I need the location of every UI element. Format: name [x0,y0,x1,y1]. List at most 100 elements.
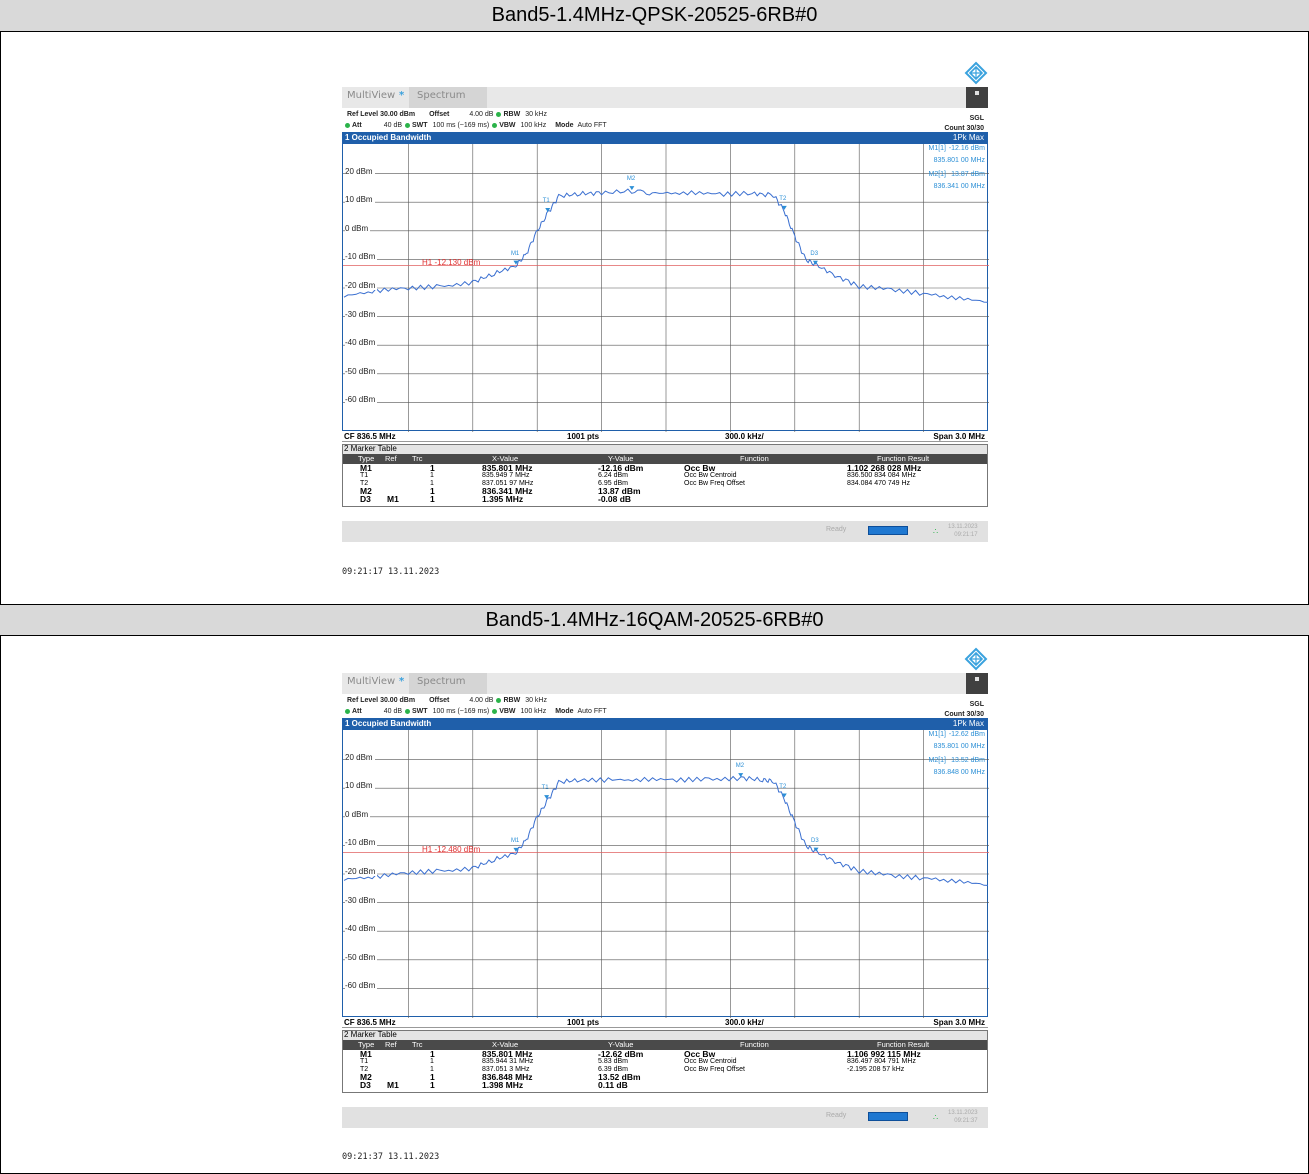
marker-label: M2 [626,176,636,183]
status-bar: Ready ∴ 13.11.2023 09:21:37 [342,1107,988,1128]
marker-table-cell: T1 [360,1058,369,1065]
frequency-per-division: 300.0 kHz/ [725,1018,764,1027]
spectrum-plot [342,143,989,432]
marker-table-row: M2 1 836.341 MHz 13.87 dBm [342,487,988,496]
marker-readout-freq: 835.801 00 MHz [933,157,985,164]
spectrum-analyzer-screenshot: MultiView * Spectrum Ref Level 30.00 dBm Off… [342,647,989,1171]
status-time: 09:21:37 [954,1118,978,1124]
y-tick-label: 20 dBm [345,752,375,762]
marker-label: M1 [510,837,520,844]
center-frequency: CF 836.5 MHz [344,1018,396,1027]
ready-status: Ready [826,1112,847,1119]
vbw-label: VBW [499,122,516,129]
status-time: 09:21:17 [954,532,978,538]
ref-level: Ref Level 30.00 dBm [347,697,416,704]
ref-level: Ref Level 30.00 dBm [347,111,416,118]
sweep-count: Count 30/30 [944,711,984,718]
marker-table-cell: D3 [360,494,371,504]
marker-table-row: D3 M1 1 1.398 MHz 0.11 dB [342,1080,988,1090]
ready-status: Ready [826,526,847,533]
marker-readout-freq: 836.341 00 MHz [933,183,985,190]
multiview-star-icon: * [399,676,405,687]
marker-table-row: M1 1 835.801 MHz -12.62 dBm Occ Bw 1.106 992 … [342,1049,988,1059]
marker-table-row: T1 1 835.949 7 MHz 6.24 dBm Occ Bw Centroid 8… [342,472,988,480]
marker-triangle-icon [629,186,635,191]
sweep-points: 1001 pts [567,1018,600,1027]
mode-value: Auto FFT [577,708,607,715]
offset-value: 4.00 dB [469,697,494,704]
tab-multiview[interactable]: MultiView [347,676,395,687]
h1-threshold-label: H1 -12.130 dBm [422,258,481,268]
y-tick-label: -40 dBm [345,338,378,348]
marker-readout-level: 13.52 dBm [951,757,985,764]
y-tick-label: -30 dBm [345,895,378,905]
param-line-1: Ref Level 30.00 dBm Offset 4.00 dB RBW 30 kH… [347,111,547,118]
marker-label: D3 [810,250,819,257]
tab-spectrum[interactable]: Spectrum [409,87,487,108]
marker-table-cell: -12.62 dBm [598,1049,644,1059]
status-clock: 13.11.2023 09:21:37 [948,1109,978,1125]
y-tick-label: 20 dBm [345,166,375,176]
marker-table-cell: 835.944 31 MHz [482,1058,534,1065]
marker-table-cell: 0.11 dB [598,1080,628,1090]
progress-indicator [868,1112,908,1121]
marker-table-cell: 836.500 834 084 MHz [847,472,916,479]
marker-label: M2 [735,763,745,770]
vbw-label: VBW [499,708,516,715]
marker-table-cell: 1.102 268 028 MHz [847,463,922,473]
swt-value: 100 ms (~169 ms) [432,708,490,715]
network-icon: ∴ [933,527,939,536]
rbw-label: RBW [503,697,521,704]
spectrum-analyzer-screenshot: MultiView * Spectrum Ref Level 30.00 dBm Off… [342,61,989,585]
trace-mode-label: 1Pk Max [952,133,984,142]
marker-table-cell: M1 [360,1049,372,1059]
marker-table-cell: M1 [387,1080,399,1090]
y-tick-label: -60 dBm [345,981,378,991]
marker-label: D3 [811,837,819,844]
panel-title-label: 1 Occupied Bandwidth [345,719,432,728]
occupied-bandwidth-title: 1 Occupied Bandwidth 1Pk Max [342,718,988,729]
rbw-value: 30 kHz [525,111,547,118]
marker-table-cell: Occ Bw [684,1049,716,1059]
rs-logo-icon [964,647,988,671]
tab-multiview[interactable]: MultiView [347,90,395,101]
network-icon: ∴ [933,1113,939,1122]
marker-label: T2 [779,195,787,202]
marker-table-cell: -12.16 dBm [598,463,644,473]
param-line-2: Att 40 dB SWT 100 ms (~169 ms) VBW 100 kHz Mod… [342,122,607,129]
marker-table-cell: 1 [430,1080,435,1090]
panel-title-label: 1 Occupied Bandwidth [345,133,432,142]
marker-readout-level: 13.87 dBm [951,171,985,178]
marker-table-cell: 836.497 804 791 MHz [847,1058,916,1065]
status-bar: Ready ∴ 13.11.2023 09:21:17 [342,521,988,542]
menu-icon[interactable] [966,673,988,694]
marker-table-cell: Occ Bw Centroid [684,1058,737,1065]
status-dot-icon [405,708,411,714]
status-dot-icon [405,122,411,128]
marker-label: M1 [510,250,520,257]
marker-triangle-icon [544,795,550,800]
x-axis-footer: CF 836.5 MHz 1001 pts 300.0 kHz/Span 3.0 M… [342,1017,988,1028]
marker-table-cell: 835.801 MHz [482,1049,533,1059]
sweep-count: Count 30/30 [944,125,984,132]
marker-label: T1 [542,197,550,204]
y-tick-label: -10 dBm [345,252,378,262]
status-date: 13.11.2023 [948,524,978,530]
capture-timestamp: 09:21:17 13.11.2023 [342,567,440,577]
marker-table-cell: M1 [387,494,399,504]
swt-label: SWT [412,708,428,715]
marker-label: T2 [779,783,787,790]
swt-label: SWT [412,122,428,129]
tab-spectrum[interactable]: Spectrum [409,673,487,694]
status-clock: 13.11.2023 09:21:17 [948,523,978,539]
progress-indicator [868,526,908,535]
menu-icon[interactable] [966,87,988,108]
marker-readout-name: M1[1] [928,145,946,152]
marker-table-cell: M1 [360,463,372,473]
param-line-1: Ref Level 30.00 dBm Offset 4.00 dB RBW 30 kH… [347,697,547,704]
vbw-value: 100 kHz [520,122,547,129]
section-caption: Band5-1.4MHz-16QAM-20525-6RB#0 [0,604,1309,636]
marker-table-cell: 1.395 MHz [482,494,524,504]
marker-table-cell: 1.106 992 115 MHz [847,1049,921,1059]
att-value: 40 dB [383,708,403,715]
